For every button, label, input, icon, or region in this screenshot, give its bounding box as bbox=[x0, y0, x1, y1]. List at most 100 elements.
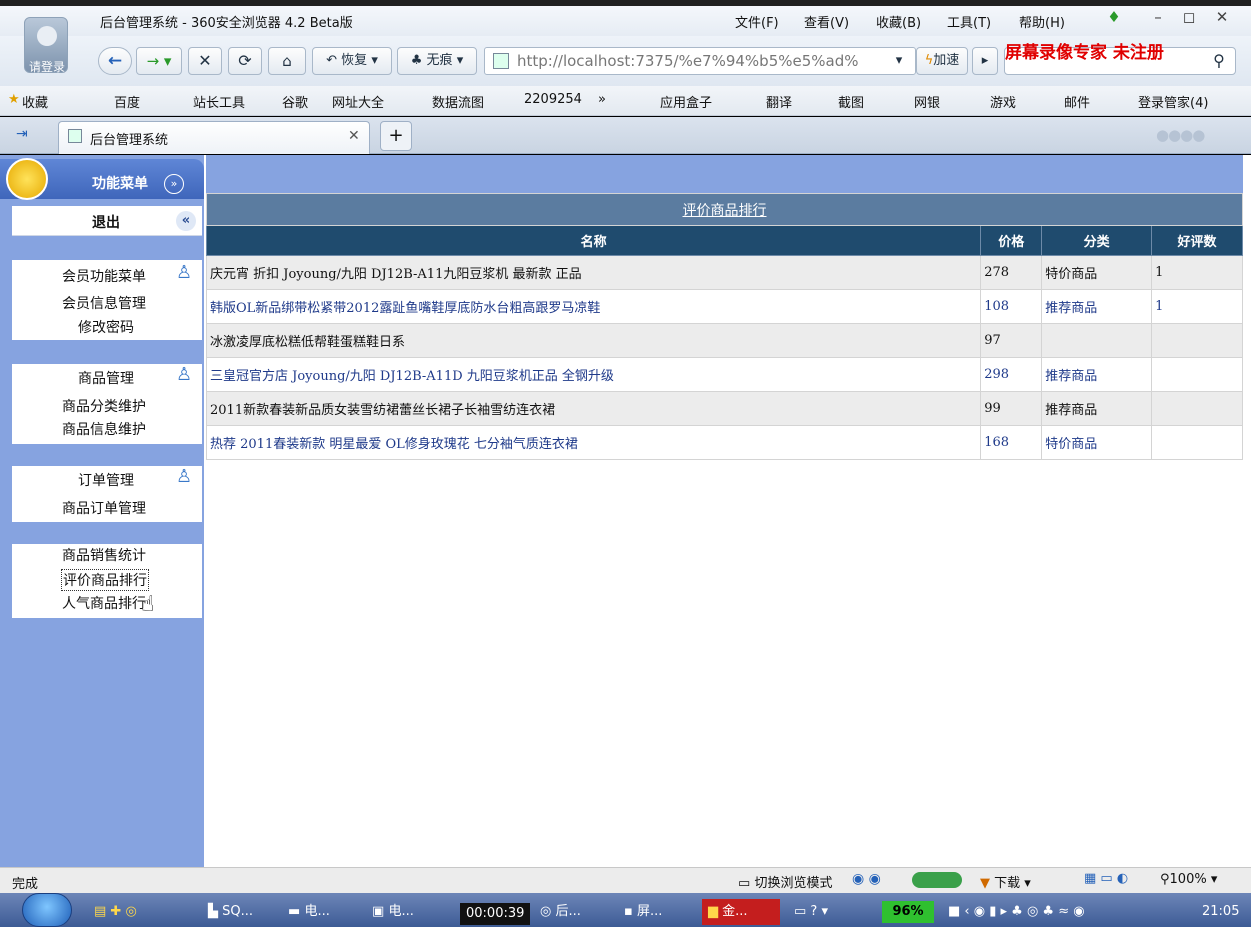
minimize-icon[interactable]: – bbox=[1148, 8, 1168, 28]
user-group-icon: ♙ bbox=[176, 364, 193, 385]
cell-product-name: 2011新款春装新品质女装雪纺裙蕾丝长裙子长袖雪纺连衣裙 bbox=[205, 391, 982, 426]
close-window-icon[interactable]: ✕ bbox=[1212, 8, 1232, 28]
stop-icon[interactable]: ✕ bbox=[188, 47, 222, 75]
status-bar bbox=[0, 867, 1251, 893]
forward-button[interactable]: → ▾ bbox=[136, 47, 182, 75]
taskbar-item-folder[interactable]: ▬ 电... bbox=[288, 899, 330, 925]
download-label: 下载 bbox=[994, 876, 1021, 891]
cell-review-count: 1 bbox=[1151, 289, 1243, 324]
refresh-icon[interactable]: ⟳ bbox=[228, 47, 262, 75]
tray-icons[interactable]: ■ ‹ ◉ ▮ ▸ ♣ ◎ ♣ ≈ ◉ bbox=[948, 899, 1085, 925]
table-caption-link[interactable]: 评价商品排行 bbox=[683, 203, 767, 219]
collapse-menu-icon[interactable]: » bbox=[164, 174, 184, 194]
group-title-member: 会员功能菜单 bbox=[62, 269, 146, 285]
bookmark-data-flow[interactable]: 数据流图 bbox=[432, 92, 484, 111]
start-button[interactable] bbox=[22, 893, 72, 927]
camera-icon: ▪ bbox=[624, 904, 633, 919]
tray-left-icons[interactable]: ▭ ? ▾ bbox=[794, 899, 828, 925]
bookmarks-more[interactable]: » bbox=[598, 92, 606, 107]
logout-row[interactable]: 退出 « bbox=[12, 206, 202, 236]
taskbar-label: SQ... bbox=[222, 904, 254, 919]
new-tab-icon[interactable]: + bbox=[380, 121, 412, 151]
taskbar-item-recorder[interactable]: ▪ 屏... bbox=[624, 899, 662, 925]
product-menu-group: 商品管理 ♙ 商品分类维护 商品信息维护 bbox=[12, 364, 202, 444]
menu-file[interactable]: 文件(F) bbox=[735, 12, 779, 31]
cell-price: 97 bbox=[980, 323, 1043, 358]
toolbar-app-box[interactable]: 应用盒子 bbox=[660, 92, 712, 111]
sidebar-item-member-info[interactable]: 会员信息管理 bbox=[62, 293, 146, 313]
tab-title: 后台管理系统 bbox=[90, 133, 169, 148]
bookmark-url-directory[interactable]: 网址大全 bbox=[332, 92, 384, 111]
sidebar-item-review-ranking[interactable]: 评价商品排行 bbox=[61, 569, 149, 591]
play-arrow-icon[interactable]: ▸ bbox=[972, 47, 998, 75]
sidebar-item-category-maintenance[interactable]: 商品分类维护 bbox=[62, 396, 146, 416]
cell-review-count: 1 bbox=[1151, 255, 1243, 290]
sidebar-item-change-password[interactable]: 修改密码 bbox=[78, 317, 134, 337]
sidebar-title: 功能菜单 bbox=[92, 176, 148, 192]
bookmark-baidu[interactable]: 百度 bbox=[114, 92, 140, 111]
back-button[interactable]: ← bbox=[98, 47, 132, 75]
quick-launch-icons[interactable]: ▤ ✚ ◎ bbox=[94, 899, 137, 925]
taskbar-item-doc[interactable]: ▣ 电... bbox=[372, 899, 414, 925]
menu-favorites[interactable]: 收藏(B) bbox=[876, 12, 921, 31]
sidebar-item-popularity-ranking[interactable]: 人气商品排行 bbox=[62, 593, 146, 613]
address-dropdown-icon[interactable]: ▾ bbox=[886, 48, 912, 74]
address-text: http://localhost:7375/%e7%94%b5%e5%ad% bbox=[517, 52, 859, 70]
table-row: 三皇冠官方店 Joyoung/九阳 DJ12B-A11D 九阳豆浆机正品 全钢升… bbox=[205, 357, 1243, 392]
taskbar-item-browser[interactable]: ◎ 后... bbox=[540, 899, 581, 925]
taskbar-item-active[interactable]: ▆ 金... bbox=[702, 899, 780, 925]
menu-help[interactable]: 帮助(H) bbox=[1019, 12, 1065, 31]
app-icon: ▆ bbox=[708, 904, 718, 919]
sidebar-item-sales-statistics[interactable]: 商品销售统计 bbox=[62, 545, 146, 565]
toolbar-online-bank[interactable]: 网银 bbox=[914, 92, 940, 111]
toolbar-login-manager[interactable]: 登录管家(4) bbox=[1138, 92, 1208, 111]
magnifier-icon: ⚲ bbox=[1160, 872, 1170, 887]
download-button[interactable]: ▼ 下载 ▾ bbox=[980, 872, 1031, 891]
tab-close-icon[interactable]: ✕ bbox=[348, 128, 360, 144]
incognito-button[interactable]: ♣ 无痕 ▾ bbox=[397, 47, 477, 75]
taskbar-item-sq[interactable]: ▙ SQ... bbox=[208, 899, 253, 925]
review-ranking-table: 评价商品排行 名称 价格 分类 好评数 庆元宵 折扣 Joyoung/九阳 DJ… bbox=[205, 193, 1243, 460]
menu-view[interactable]: 查看(V) bbox=[804, 12, 849, 31]
member-menu-group: 会员功能菜单 ♙ 会员信息管理 修改密码 bbox=[12, 260, 202, 340]
sidebar-toggle-icon[interactable]: ⇥ bbox=[16, 126, 28, 142]
accelerate-button[interactable]: ϟ加速 bbox=[916, 47, 968, 75]
bookmark-2209254[interactable]: 2209254 bbox=[524, 92, 582, 107]
zoom-control[interactable]: ⚲100% ▾ bbox=[1160, 872, 1217, 887]
ie-icon[interactable]: ◉ ◉ bbox=[852, 871, 881, 887]
address-bar[interactable]: http://localhost:7375/%e7%94%b5%e5%ad% bbox=[484, 47, 916, 75]
login-avatar[interactable]: 请登录 bbox=[24, 17, 68, 74]
user-group-icon: ♙ bbox=[176, 466, 193, 487]
recorder-watermark: 屏幕录像专家 未注册 bbox=[1005, 43, 1164, 63]
restore-button[interactable]: ↶ 恢复 ▾ bbox=[312, 47, 392, 75]
cell-category: 特价商品 bbox=[1041, 255, 1153, 290]
lightning-icon: ϟ bbox=[924, 53, 934, 68]
clock: 21:05 bbox=[1202, 904, 1240, 919]
cell-price: 298 bbox=[980, 357, 1043, 392]
toolbar-games[interactable]: 游戏 bbox=[990, 92, 1016, 111]
toolbar-screenshot[interactable]: 截图 bbox=[838, 92, 864, 111]
table-row: 2011新款春装新品质女装雪纺裙蕾丝长裙子长袖雪纺连衣裙 99 推荐商品 bbox=[205, 391, 1243, 426]
document-icon: ▣ bbox=[372, 904, 385, 919]
table-row: 冰激凌厚底松糕低帮鞋蛋糕鞋日系 97 bbox=[205, 323, 1243, 358]
group-title-product: 商品管理 bbox=[78, 371, 134, 387]
toggle-switch-icon[interactable] bbox=[912, 872, 962, 888]
home-icon[interactable]: ⌂ bbox=[268, 47, 306, 75]
skin-icon[interactable]: ♦ bbox=[1104, 8, 1124, 28]
menu-tools[interactable]: 工具(T) bbox=[947, 12, 991, 31]
sidebar-item-order-management[interactable]: 商品订单管理 bbox=[62, 498, 146, 518]
bookmark-webmaster-tools[interactable]: 站长工具 bbox=[193, 92, 245, 111]
status-tools-icons[interactable]: ▦ ▭ ◐ bbox=[1084, 871, 1128, 886]
search-icon[interactable]: ⚲ bbox=[1204, 48, 1234, 74]
toolbar-mail[interactable]: 邮件 bbox=[1064, 92, 1090, 111]
tab-scroll-icons[interactable]: ●●●● bbox=[1156, 126, 1205, 144]
bookmark-google[interactable]: 谷歌 bbox=[282, 92, 308, 111]
sidebar-item-product-maintenance[interactable]: 商品信息维护 bbox=[62, 419, 146, 439]
table-row: 热荐 2011春装新款 明星最爱 OL修身玫瑰花 七分袖气质连衣裙 168 特价… bbox=[205, 425, 1243, 460]
cell-price: 278 bbox=[980, 255, 1043, 290]
bookmark-favorites[interactable]: 收藏 bbox=[22, 92, 48, 111]
toolbar-translate[interactable]: 翻译 bbox=[766, 92, 792, 111]
switch-mode-button[interactable]: ▭ 切换浏览模式 bbox=[738, 872, 832, 891]
maximize-icon[interactable]: ◻ bbox=[1179, 8, 1199, 28]
double-left-arrow-icon[interactable]: « bbox=[176, 211, 196, 231]
